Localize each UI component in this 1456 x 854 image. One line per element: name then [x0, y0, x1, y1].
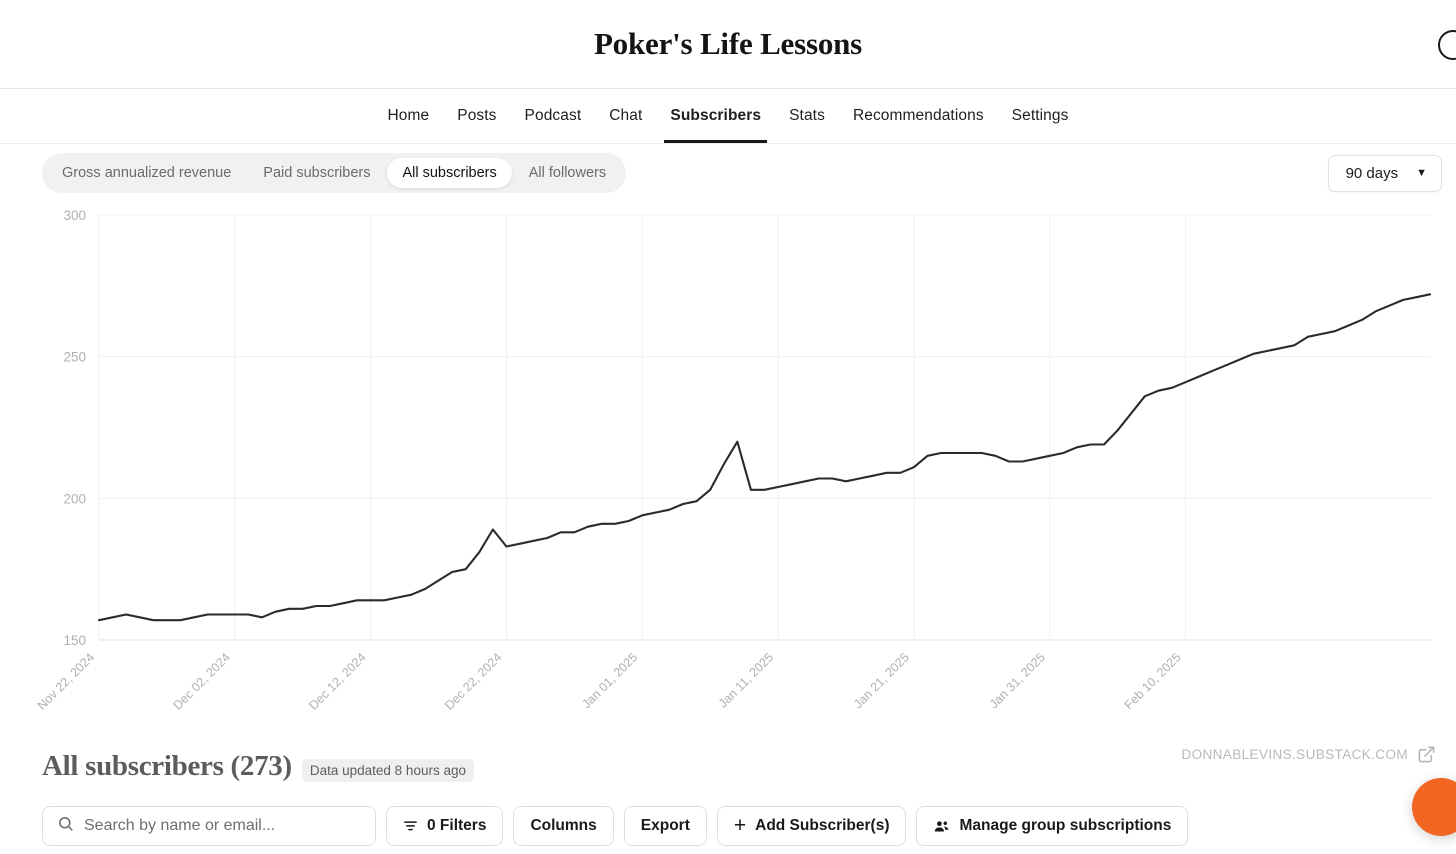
nav-item-chat[interactable]: Chat	[595, 91, 656, 142]
button-label: 0 Filters	[427, 817, 487, 834]
metric-pill-all-subscribers[interactable]: All subscribers	[387, 158, 512, 188]
nav-item-podcast[interactable]: Podcast	[511, 91, 596, 142]
0-filters-button[interactable]: 0 Filters	[386, 806, 504, 846]
nav-item-posts[interactable]: Posts	[443, 91, 510, 142]
x-axis-tick-label: Dec 12, 2024	[306, 650, 369, 713]
button-label: Columns	[530, 817, 597, 834]
subscribers-list-section: All subscribers (273) Data updated 8 hou…	[0, 750, 1456, 846]
search-box[interactable]	[42, 806, 376, 846]
x-axis-tick-label: Jan 21, 2025	[851, 650, 912, 711]
search-icon	[57, 815, 74, 837]
add-subscribers-button[interactable]: + Add Subscriber(s)	[716, 806, 907, 846]
chart-section: Gross annualized revenue Paid subscribers…	[0, 147, 1456, 763]
date-range-label: 90 days	[1345, 164, 1399, 182]
button-label: Export	[640, 817, 690, 834]
x-axis-tick-label: Dec 02, 2024	[170, 650, 233, 713]
metric-pill-group: Gross annualized revenue Paid subscribers…	[42, 153, 627, 193]
search-input[interactable]	[84, 817, 361, 835]
masthead: Poker's Life Lessons	[0, 0, 1456, 89]
chevron-down-icon: ▼	[1416, 166, 1427, 179]
chart-controls: Gross annualized revenue Paid subscribers…	[0, 147, 1456, 199]
list-title: All subscribers (273)	[42, 750, 292, 782]
nav-item-subscribers[interactable]: Subscribers	[656, 91, 775, 143]
nav-item-settings[interactable]: Settings	[998, 91, 1083, 142]
nav-item-recommendations[interactable]: Recommendations	[839, 91, 998, 142]
x-axis-tick-label: Nov 22, 2024	[35, 650, 98, 713]
manage-group-subscriptions-button[interactable]: Manage group subscriptions	[916, 806, 1189, 846]
x-axis-tick-label: Jan 11, 2025	[716, 650, 776, 710]
x-axis-tick-label: Jan 01, 2025	[579, 650, 640, 711]
watermark-text: DONNABLEVINS.SUBSTACK.COM	[1181, 747, 1408, 762]
toolbar-button-group: 0 Filters Columns Export + Add Subscriber(s)…	[386, 806, 1189, 846]
metric-pill-paid-subscribers[interactable]: Paid subscribers	[248, 158, 385, 188]
plus-icon: +	[733, 813, 747, 837]
filter-funnel-icon	[403, 819, 418, 834]
profile-circle-icon[interactable]	[1438, 30, 1456, 60]
columns-button[interactable]: Columns	[513, 806, 614, 846]
main-nav: Home Posts Podcast Chat Subscribers Stats Reco…	[0, 89, 1456, 144]
external-link-icon	[1417, 745, 1436, 764]
x-axis-tick-label: Dec 22, 2024	[442, 650, 505, 713]
x-axis-tick-label: Jan 31, 2025	[987, 650, 1048, 711]
x-axis-tick-label: Feb 10, 2025	[1122, 650, 1184, 712]
nav-item-home[interactable]: Home	[374, 91, 444, 142]
export-button[interactable]: Export	[623, 806, 707, 846]
watermark: DONNABLEVINS.SUBSTACK.COM	[1181, 745, 1436, 764]
button-label: Manage group subscriptions	[959, 817, 1172, 834]
people-icon	[933, 818, 950, 835]
button-label: Add Subscriber(s)	[755, 817, 890, 834]
chart-line-all-subscribers	[97, 293, 1432, 622]
metric-pill-gross-annualized-revenue[interactable]: Gross annualized revenue	[47, 158, 246, 188]
nav-item-stats[interactable]: Stats	[775, 91, 839, 142]
y-axis-tick-label: 300	[63, 208, 86, 223]
y-axis-tick-label: 200	[63, 491, 86, 506]
y-axis-tick-label: 150	[63, 633, 86, 648]
page-title: Poker's Life Lessons	[593, 26, 863, 61]
y-axis-tick-label: 250	[63, 350, 86, 365]
metric-pill-all-followers[interactable]: All followers	[514, 158, 621, 188]
date-range-select[interactable]: 90 days ▼	[1327, 154, 1442, 192]
list-toolbar: 0 Filters Columns Export + Add Subscriber(s)…	[42, 806, 1414, 846]
chart-canvas: 150 200 250 300 Nov 22, 2024 Dec 02, 2024 Dec …	[35, 208, 1432, 713]
subscribers-chart: 150 200 250 300 Nov 22, 2024 Dec 02, 2024 Dec …	[0, 199, 1456, 744]
data-updated-badge: Data updated 8 hours ago	[301, 759, 474, 782]
